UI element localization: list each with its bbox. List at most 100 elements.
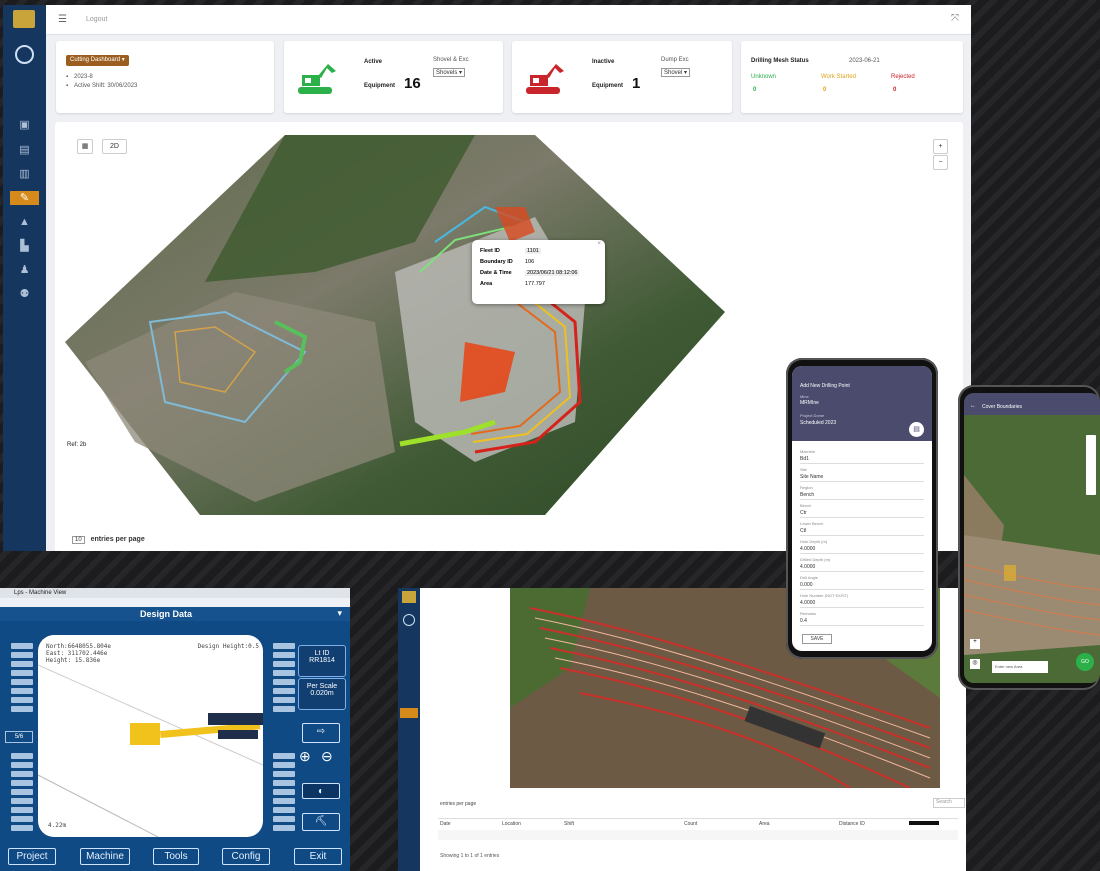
- user-avatar-icon[interactable]: [403, 614, 415, 626]
- unknown-label: Unknown: [751, 74, 777, 80]
- dashboard-select-button[interactable]: Cutting Dashboard ▾: [66, 55, 129, 66]
- inactive-filter-select[interactable]: Shovel ▾: [661, 68, 691, 77]
- building-icon[interactable]: ▲: [15, 215, 34, 229]
- go-fab-button[interactable]: GO: [1076, 653, 1094, 671]
- rejected-value: 0: [893, 87, 897, 93]
- project-value: Scheduled 2023: [800, 420, 837, 426]
- toolbar: [0, 598, 350, 607]
- tool-icon[interactable]: [400, 708, 418, 718]
- inactive-equipment-label: Equipment: [592, 83, 623, 89]
- tools-button[interactable]: Tools: [153, 848, 199, 865]
- calendar-icon: ▪: [66, 74, 69, 80]
- clock-icon: ▪: [66, 83, 69, 89]
- exit-button[interactable]: Exit: [294, 848, 342, 865]
- active-label: Active: [364, 59, 383, 65]
- inactive-count: 1: [632, 75, 641, 92]
- table-icon[interactable]: ▥: [15, 167, 34, 181]
- zoom-in-icon[interactable]: ⊕: [299, 748, 311, 765]
- top-bar: ☰ Logout ⤧: [46, 5, 971, 35]
- phone-drill-form: Add New Drilling Point Mine MRMIne Proje…: [786, 358, 938, 659]
- lower-bench-field[interactable]: Lower Bench Ctl: [800, 520, 924, 536]
- machine-field[interactable]: Machine Bd1: [800, 448, 924, 464]
- popup-row: Area 177.797: [480, 280, 545, 287]
- popup-close-icon[interactable]: ×: [597, 241, 601, 247]
- entries-per-page-label: entries per page: [440, 801, 477, 807]
- position-readout: North:6648055.804e East: 311702.446e Hei…: [46, 643, 112, 664]
- popup-row: Boundary ID 106: [480, 258, 535, 265]
- map-tool-strip[interactable]: [1086, 435, 1096, 495]
- right-grade-rail-lower: [273, 753, 295, 834]
- phone2-map[interactable]: [964, 415, 1100, 683]
- users-icon[interactable]: ♟: [15, 263, 34, 277]
- factory-icon[interactable]: ▙: [15, 239, 34, 253]
- sidebar: [398, 588, 420, 871]
- topbar-title: Logout: [86, 16, 108, 23]
- view-toggle-button[interactable]: ◐: [302, 783, 340, 799]
- active-equipment-label: Equipment: [364, 83, 395, 89]
- left-rail-label: 5/6: [5, 731, 33, 743]
- zoom-out-icon[interactable]: ⊖: [321, 748, 333, 765]
- lt-id-box: Lt ID RR1814: [298, 645, 346, 677]
- pan-button[interactable]: ⇨: [302, 723, 340, 743]
- user-avatar-icon[interactable]: [15, 45, 34, 64]
- design-title: Design Data: [140, 609, 193, 619]
- project-label: Project Dome: [800, 413, 825, 418]
- site-field[interactable]: Site Site Name: [800, 466, 924, 482]
- design-view[interactable]: North:6648055.804e East: 311702.446e Hei…: [38, 635, 263, 837]
- phone1-screen: Add New Drilling Point Mine MRMIne Proje…: [792, 366, 932, 651]
- close-icon[interactable]: ⤧: [951, 13, 959, 24]
- table-row[interactable]: [438, 830, 958, 840]
- menu-icon[interactable]: ☰: [58, 14, 67, 25]
- machine-icon-button[interactable]: ⛏: [302, 813, 340, 831]
- per-page-select[interactable]: 10: [72, 536, 85, 544]
- hole-number-field[interactable]: Hole Number (NOT EXIST) 4.0000: [800, 592, 924, 608]
- active-filter-select[interactable]: Shovels ▾: [433, 68, 466, 77]
- design-height: Design Height:0.5: [197, 643, 259, 650]
- design-canvas: [38, 664, 263, 837]
- popup-row: Fleet ID 1101: [480, 247, 541, 254]
- excavator-icon-inactive: [526, 64, 564, 94]
- scale-label: 4.22m: [48, 822, 67, 829]
- bench-field[interactable]: Bench Ctr: [800, 502, 924, 518]
- phone2-title: Cover Boundaries: [982, 404, 1023, 410]
- tool-icon[interactable]: ✎: [10, 191, 39, 205]
- machine-button[interactable]: Machine: [80, 848, 130, 865]
- work-started-value: 0: [823, 87, 827, 93]
- team-icon[interactable]: ⚉: [15, 287, 34, 301]
- search-input[interactable]: Search: [933, 798, 965, 808]
- popup-row: Date & Time 2023/06/21 08:12:06: [480, 269, 580, 276]
- config-button[interactable]: Config: [222, 848, 270, 865]
- project-date: 2023-8: [74, 74, 93, 80]
- phone2-screen: ← Cover Boundaries + ◎ Enter new Area GO: [964, 393, 1100, 683]
- location-button[interactable]: ◎: [970, 659, 980, 669]
- mine-label: Mine: [800, 394, 809, 399]
- remarks-field[interactable]: Remarks 0.4: [800, 610, 924, 626]
- wifi-icon: ▾: [337, 608, 342, 618]
- home-icon[interactable]: ▣: [15, 118, 34, 132]
- active-shift: Active Shift: 30/06/2023: [74, 83, 138, 89]
- back-icon[interactable]: ←: [970, 403, 976, 409]
- zoom-in-button[interactable]: +: [970, 639, 980, 649]
- phone1-header: Add New Drilling Point Mine MRMIne Proje…: [792, 366, 932, 441]
- phone-map-view: ← Cover Boundaries + ◎ Enter new Area GO: [958, 385, 1100, 690]
- inactive-filter-label: Dump Exc: [661, 57, 689, 63]
- area-input[interactable]: Enter new Area: [992, 661, 1048, 673]
- hole-depth-field[interactable]: Hole Depth (m) 4.0000: [800, 538, 924, 554]
- region-field[interactable]: Region Bench: [800, 484, 924, 500]
- form-title: Add New Drilling Point: [800, 383, 850, 389]
- project-button[interactable]: Project: [8, 848, 56, 865]
- window-title: Lps - Machine View: [0, 588, 350, 598]
- save-button[interactable]: SAVE: [802, 634, 832, 644]
- inactive-label: Inactive: [592, 59, 615, 65]
- right-grade-rail: [273, 643, 295, 715]
- drilling-mesh-card: Drilling Mesh Status 2023-06-21 Unknown …: [741, 41, 963, 113]
- sidebar: ▣ ▤ ▥ ✎ ▲ ▙ ♟ ⚉: [3, 5, 46, 551]
- drilling-date: 2023-06-21: [849, 58, 880, 64]
- drilled-depth-field[interactable]: Drilled Depth (m) 4.0000: [800, 556, 924, 572]
- drill-angle-field[interactable]: Drill Angle 0.000: [800, 574, 924, 590]
- logo: [402, 591, 416, 603]
- save-fab-icon[interactable]: ▤: [909, 422, 924, 437]
- table-header: Date Location Shift Count Area Distance ID: [440, 821, 955, 827]
- drilling-title: Drilling Mesh Status: [751, 58, 809, 64]
- document-icon[interactable]: ▤: [15, 143, 34, 157]
